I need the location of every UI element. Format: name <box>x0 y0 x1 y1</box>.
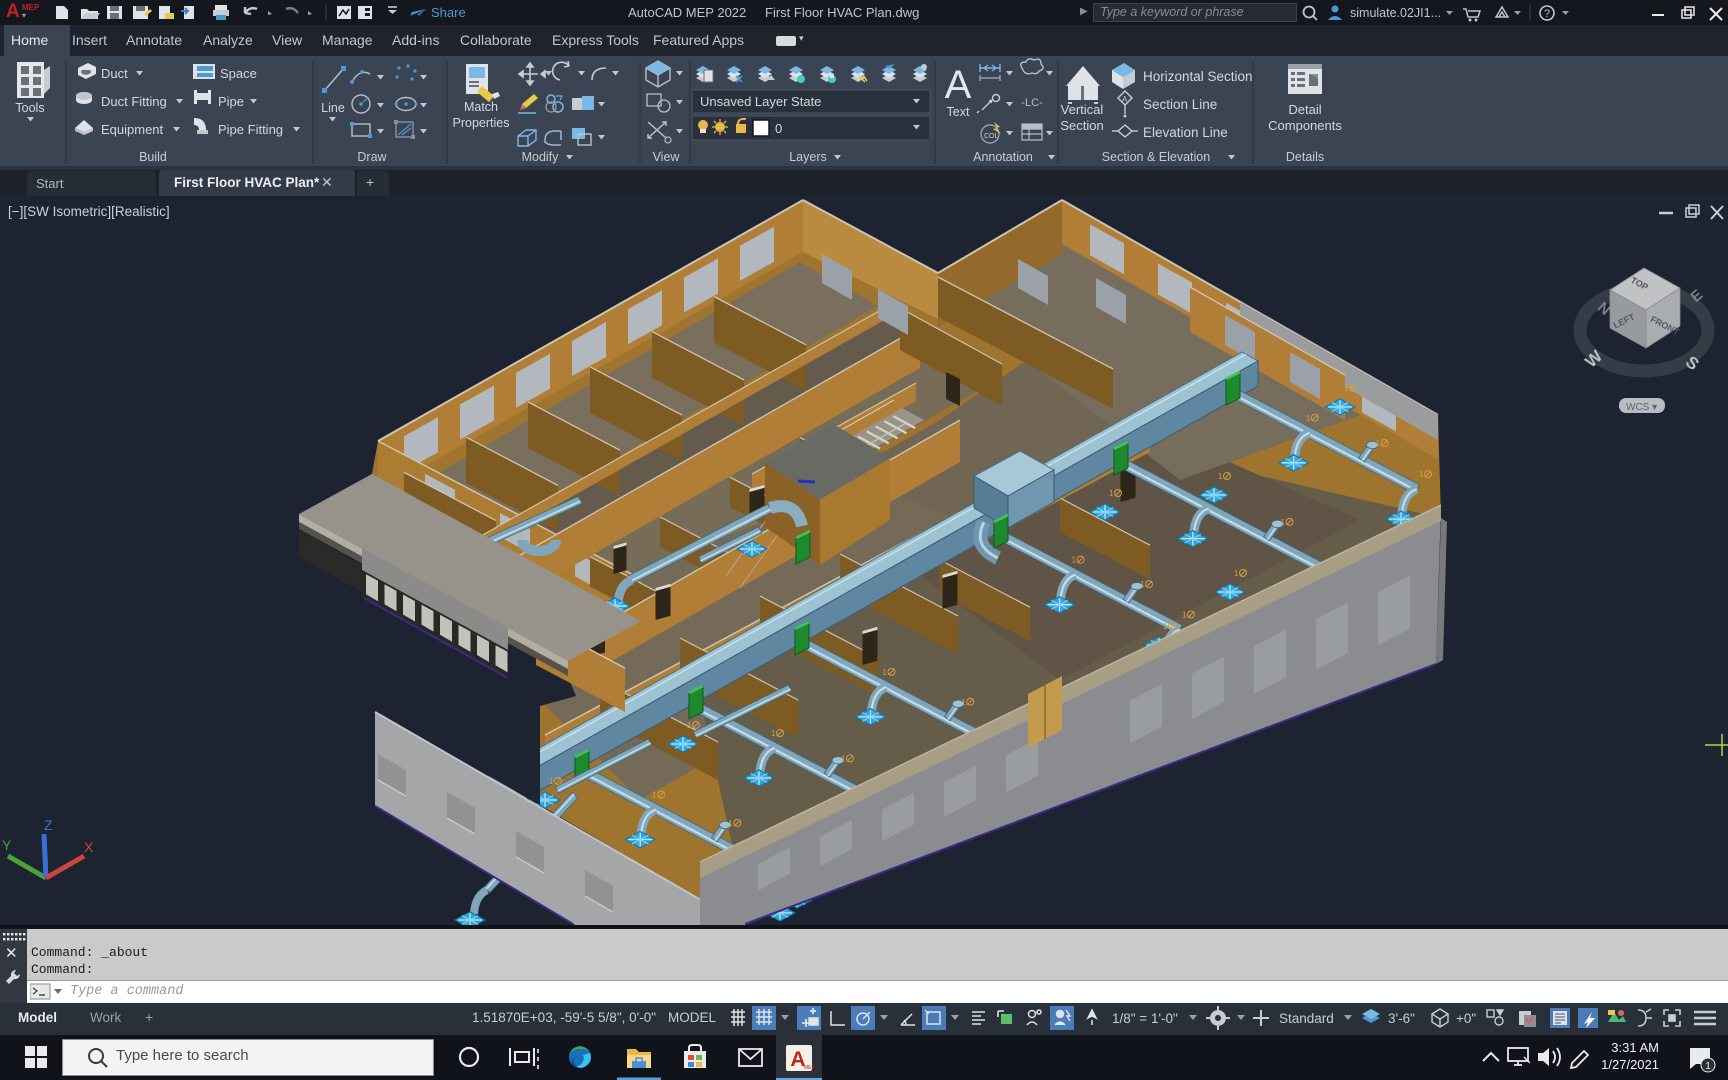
svg-text:Pipe: Pipe <box>218 94 244 109</box>
svg-text:Horizontal Section: Horizontal Section <box>1143 69 1253 84</box>
svg-text:Duct Fitting: Duct Fitting <box>101 94 167 109</box>
svg-text:1: 1 <box>1234 569 1239 578</box>
svg-text:1: 1 <box>1344 384 1349 393</box>
svg-text:1: 1 <box>841 754 846 763</box>
svg-text:Unsaved Layer State: Unsaved Layer State <box>700 94 821 109</box>
svg-text:1: 1 <box>1281 518 1286 527</box>
svg-text:Section Line: Section Line <box>1143 97 1217 112</box>
svg-text:1: 1 <box>549 777 554 786</box>
svg-text:Text: Text <box>947 105 970 119</box>
svg-text:1: 1 <box>687 721 692 730</box>
svg-text:1: 1 <box>1140 580 1145 589</box>
svg-text:A: A <box>945 63 972 107</box>
svg-text:1: 1 <box>1306 414 1311 423</box>
svg-text:Draw: Draw <box>357 150 387 164</box>
svg-text:Vertical: Vertical <box>1061 102 1104 117</box>
svg-text:simulate.02JI1...: simulate.02JI1... <box>1350 6 1441 20</box>
svg-text:Space: Space <box>220 66 257 81</box>
svg-text:Y: Y <box>2 837 12 853</box>
svg-text:1: 1 <box>1376 439 1381 448</box>
svg-text:1: 1 <box>1072 556 1077 565</box>
svg-text:Section: Section <box>1060 118 1103 133</box>
svg-text:1: 1 <box>883 668 888 677</box>
svg-text:A: A <box>1122 95 1128 104</box>
svg-text:1: 1 <box>1705 1061 1711 1072</box>
svg-text:Equipment: Equipment <box>101 122 164 137</box>
svg-text:Annotation: Annotation <box>973 150 1033 164</box>
svg-text:3'-6": 3'-6" <box>1388 1011 1415 1026</box>
svg-text:Tools: Tools <box>15 101 44 115</box>
svg-text:1: 1 <box>728 819 733 828</box>
svg-text:Modify: Modify <box>522 150 560 164</box>
svg-text:Section & Elevation: Section & Elevation <box>1102 150 1210 164</box>
svg-text:1: 1 <box>1218 472 1223 481</box>
svg-text:Details: Details <box>1286 150 1324 164</box>
svg-text:Detail: Detail <box>1288 102 1321 117</box>
svg-text:Properties: Properties <box>453 116 510 130</box>
svg-text:1/8" = 1'-0": 1/8" = 1'-0" <box>1112 1011 1178 1026</box>
svg-text:1: 1 <box>652 791 657 800</box>
svg-text:1: 1 <box>1419 470 1424 479</box>
svg-text:Duct: Duct <box>101 66 128 81</box>
svg-text:Pipe Fitting: Pipe Fitting <box>218 122 283 137</box>
svg-text:Line: Line <box>321 101 345 115</box>
svg-text:Match: Match <box>464 100 498 114</box>
svg-text:?: ? <box>1544 8 1550 20</box>
svg-text:Z: Z <box>44 817 53 833</box>
svg-text:[−][SW Isometric][Realistic]: [−][SW Isometric][Realistic] <box>8 204 170 219</box>
svg-text:0: 0 <box>775 121 782 136</box>
svg-text:1: 1 <box>771 729 776 738</box>
svg-text:X: X <box>84 839 94 855</box>
svg-text:Elevation Line: Elevation Line <box>1143 125 1228 140</box>
svg-text:1: 1 <box>1109 489 1114 498</box>
svg-text:View: View <box>653 150 681 164</box>
svg-text:Components: Components <box>1268 118 1342 133</box>
svg-text:1: 1 <box>1163 622 1168 631</box>
svg-text:-LC-: -LC- <box>1021 97 1043 109</box>
svg-text:1: 1 <box>1182 611 1187 620</box>
svg-text:Build: Build <box>139 150 167 164</box>
svg-text:WCS ▾: WCS ▾ <box>1626 402 1657 413</box>
svg-text:MEP: MEP <box>804 1065 816 1071</box>
svg-text:+0": +0" <box>1456 1011 1476 1026</box>
svg-text:Standard: Standard <box>1279 1011 1334 1026</box>
svg-text:COL: COL <box>984 133 999 140</box>
svg-text:1: 1 <box>961 698 966 707</box>
svg-text:Layers: Layers <box>789 150 827 164</box>
